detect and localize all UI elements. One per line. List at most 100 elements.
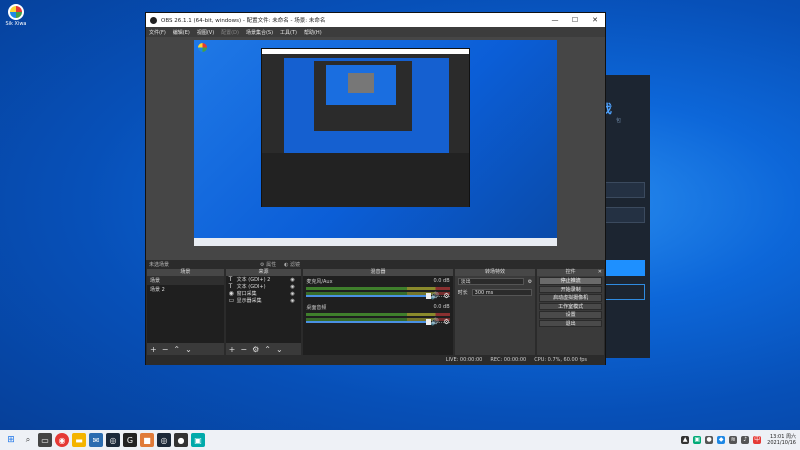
steam-icon[interactable]: ◎ [106, 433, 120, 447]
game-launcher-icon[interactable]: G [123, 433, 137, 447]
start-recording-button[interactable]: 开始录制 [539, 285, 602, 293]
folder-icon[interactable]: ▬ [72, 433, 86, 447]
sources-dock: 来源 T 文本 (GDI+) 2 ◉ T 文本 (GDI+) ◉ ◉ 窗口采集 … [225, 269, 302, 355]
add-source-button[interactable]: + [229, 345, 236, 354]
text-icon: T [228, 276, 233, 283]
virtual-camera-button[interactable]: 启动虚拟摄像机 [539, 294, 602, 302]
background-input-1[interactable] [603, 182, 645, 198]
add-scene-button[interactable]: + [150, 345, 157, 354]
scenes-header: 场景 [147, 269, 224, 276]
mixer-channel: 桌面音频 0.0 dB 🔊 ⚙ [303, 302, 452, 328]
menu-file[interactable]: 文件(F) [149, 29, 166, 36]
mixer-channel: 麦克风/Aux 0.0 dB 🔊 ⚙ [303, 276, 452, 302]
display-icon: ▭ [228, 297, 235, 304]
remove-scene-button[interactable]: − [162, 345, 169, 354]
volume-slider[interactable] [306, 293, 431, 299]
title-bar: OBS 26.1.1 (64-bit, windows) - 配置文件: 未命名… [146, 13, 605, 27]
taskbar: ⊞ ⌕ ▭ ◉ ▬ ✉ ◎ G ■ ◎ ● ▣ ▲ ▣ ● ◆ ≋ ♪ 中 13… [0, 430, 800, 450]
source-settings-icon[interactable]: ⚙ [252, 345, 259, 354]
remove-source-button[interactable]: − [240, 345, 247, 354]
tray-icon[interactable]: ● [705, 436, 714, 444]
move-down-button[interactable]: ⌄ [185, 345, 192, 354]
properties-button[interactable]: ⚙ 属性 [260, 261, 276, 268]
controls-header-label: 控件 [565, 269, 576, 275]
transition-select[interactable]: 淡出 [457, 278, 524, 285]
app-icon[interactable]: ■ [140, 433, 154, 447]
scene-item[interactable]: 场景 [147, 276, 224, 285]
speaker-icon[interactable]: 🔊 [431, 318, 440, 326]
clock[interactable]: 13:01 周六 2021/10/16 [767, 434, 796, 446]
browser-icon[interactable]: ◉ [55, 433, 69, 447]
exit-button[interactable]: 退出 [539, 319, 602, 327]
search-icon[interactable]: ⌕ [21, 433, 35, 447]
duration-input[interactable]: 300 ms [471, 289, 533, 296]
network-icon[interactable]: ≋ [729, 436, 738, 444]
source-item[interactable]: T 文本 (GDI+) ◉ [226, 283, 302, 290]
menu-tools[interactable]: 工具(T) [280, 29, 297, 36]
gear-icon[interactable]: ⚙ [443, 318, 449, 326]
source-item[interactable]: ▭ 显示器采集 ◉ [226, 297, 302, 304]
system-tray: ▲ ▣ ● ◆ ≋ ♪ 中 13:01 周六 2021/10/16 [681, 430, 796, 450]
source-item[interactable]: ◉ 窗口采集 ◉ [226, 290, 302, 297]
channel-db: 0.0 dB [433, 278, 450, 284]
preview-area[interactable] [146, 37, 605, 260]
preview-desktop-icon [198, 43, 207, 52]
visibility-icon[interactable]: ◉ [290, 298, 298, 304]
background-primary-button[interactable] [603, 260, 645, 276]
start-button[interactable]: ⊞ [4, 433, 18, 447]
menu-help[interactable]: 帮助(H) [304, 29, 322, 36]
desktop-shortcut[interactable]: Sik Xiwa [4, 4, 28, 27]
ime-icon[interactable]: 中 [753, 436, 762, 444]
steam-icon[interactable]: ◎ [157, 433, 171, 447]
menu-scene-collection[interactable]: 场景集合(S) [246, 29, 273, 36]
gear-icon[interactable]: ⚙ [443, 292, 449, 300]
mixer-header: 混音器 [303, 269, 453, 276]
visibility-icon[interactable]: ◉ [290, 284, 298, 290]
tray-icon[interactable]: ◆ [717, 436, 726, 444]
task-view-icon[interactable]: ▭ [38, 433, 52, 447]
studio-mode-button[interactable]: 工作室模式 [539, 302, 602, 310]
window-title: OBS 26.1.1 (64-bit, windows) - 配置文件: 未命名… [161, 18, 326, 24]
close-icon[interactable]: ✕ [598, 269, 602, 276]
obs-taskbar-icon[interactable]: ● [174, 433, 188, 447]
gear-icon[interactable]: ⚙ [528, 279, 532, 285]
app-icon[interactable]: ✉ [89, 433, 103, 447]
clock-date: 2021/10/16 [767, 440, 796, 446]
tray-icon[interactable]: ▣ [693, 436, 702, 444]
background-input-2[interactable] [603, 207, 645, 223]
obs-window[interactable]: OBS 26.1.1 (64-bit, windows) - 配置文件: 未命名… [145, 12, 606, 365]
background-secondary-button[interactable] [603, 284, 645, 300]
filters-button[interactable]: ◐ 滤镜 [284, 261, 300, 268]
docks: 场景 场景 场景 2 + − ⌃ ⌄ 来源 T 文本 (GDI+) 2 ◉ T … [146, 269, 605, 355]
close-button[interactable]: ✕ [585, 13, 605, 27]
menu-edit[interactable]: 编辑(E) [173, 29, 190, 36]
volume-icon[interactable]: ♪ [741, 436, 750, 444]
app-icon[interactable]: ▣ [191, 433, 205, 447]
move-down-button[interactable]: ⌄ [276, 345, 283, 354]
menu-profile[interactable]: 配置(D) [221, 29, 239, 36]
source-name: 文本 (GDI+) [236, 284, 266, 290]
speaker-icon[interactable]: 🔊 [431, 292, 440, 300]
menu-view[interactable]: 视图(V) [197, 29, 214, 36]
stop-streaming-button[interactable]: 停止推流 [539, 277, 602, 285]
move-up-button[interactable]: ⌃ [264, 345, 271, 354]
camera-icon: ◉ [228, 290, 234, 297]
controls-dock: 控件 ✕ 停止推流 开始录制 启动虚拟摄像机 工作室模式 设置 退出 [537, 269, 604, 355]
preview-canvas[interactable] [194, 40, 557, 246]
move-up-button[interactable]: ⌃ [173, 345, 180, 354]
obs-logo-icon [150, 16, 157, 24]
scene-status-line: 未选场景 ⚙ 属性 ◐ 滤镜 [146, 260, 605, 269]
filters-label: 滤镜 [290, 262, 301, 268]
settings-button[interactable]: 设置 [539, 311, 602, 319]
maximize-button[interactable]: ☐ [565, 13, 585, 27]
volume-slider[interactable] [306, 319, 431, 325]
cpu-status: CPU: 0.7%, 60.00 fps [534, 357, 587, 363]
scene-item[interactable]: 场景 2 [147, 285, 224, 294]
menu-bar: 文件(F) 编辑(E) 视图(V) 配置(D) 场景集合(S) 工具(T) 帮助… [146, 27, 605, 37]
visibility-icon[interactable]: ◉ [290, 277, 298, 283]
visibility-icon[interactable]: ◉ [290, 291, 298, 297]
mixer-dock: 混音器 麦克风/Aux 0.0 dB 🔊 ⚙ 桌面音频 0.0 dB 🔊 ⚙ [303, 269, 453, 355]
tray-icon[interactable]: ▲ [681, 436, 690, 444]
source-item[interactable]: T 文本 (GDI+) 2 ◉ [226, 276, 302, 283]
minimize-button[interactable]: — [545, 13, 565, 27]
